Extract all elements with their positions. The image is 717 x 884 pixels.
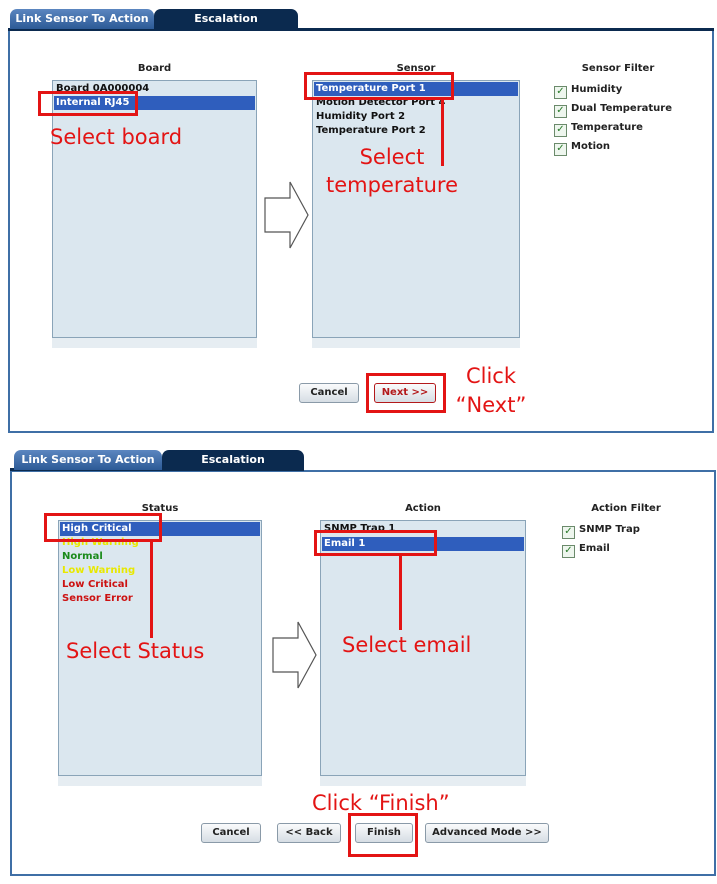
annotation-select-email: Select email	[342, 633, 472, 657]
highlight-board-selection	[38, 91, 138, 116]
checkmark-icon[interactable]: ✓	[562, 526, 575, 539]
right-arrow-icon	[272, 621, 317, 689]
filter-motion[interactable]: ✓ Motion	[554, 139, 611, 156]
sensor-listbox[interactable]: Temperature Port 1 Motion Detector Port …	[312, 80, 520, 338]
filter-humidity[interactable]: ✓ Humidity	[554, 82, 623, 99]
pointer-line-email	[399, 554, 402, 630]
cancel-button[interactable]: Cancel	[299, 383, 359, 403]
sensor-list-item[interactable]: Humidity Port 2	[314, 110, 518, 124]
highlight-email-selection	[314, 530, 437, 556]
filter-label: Email	[579, 543, 610, 554]
status-list-item[interactable]: Low Critical	[60, 578, 260, 592]
status-list-item[interactable]: Sensor Error	[60, 592, 260, 606]
checkmark-icon[interactable]: ✓	[554, 143, 567, 156]
annotation-select-board: Select board	[50, 125, 183, 149]
filter-temperature[interactable]: ✓ Temperature	[554, 120, 643, 137]
checkmark-icon[interactable]: ✓	[554, 105, 567, 118]
sensor-filter-title: Sensor Filter	[581, 63, 655, 74]
board-listbox-scroll-gap	[52, 338, 257, 348]
annotation-select-status: Select Status	[66, 639, 205, 663]
action-filter-title: Action Filter	[591, 503, 661, 514]
filter-label: SNMP Trap	[579, 524, 640, 535]
tab-link-sensor-to-action[interactable]: Link Sensor To Action	[10, 9, 154, 29]
status-list-item[interactable]: Low Warning	[60, 564, 260, 578]
action-column-title: Action	[405, 503, 441, 514]
checkmark-icon[interactable]: ✓	[562, 545, 575, 558]
sensor-list-item[interactable]: Temperature Port 2	[314, 124, 518, 138]
board-column-title: Board	[137, 63, 172, 74]
right-arrow-icon	[264, 181, 309, 249]
highlight-status-selection	[44, 513, 162, 542]
filter-dual-temperature[interactable]: ✓ Dual Temperature	[554, 101, 673, 118]
highlight-next-button	[366, 373, 446, 413]
advanced-mode-button[interactable]: Advanced Mode >>	[425, 823, 549, 843]
filter-email[interactable]: ✓ Email	[562, 541, 610, 558]
annotation-click-next-1: Click	[465, 364, 517, 388]
cancel-button[interactable]: Cancel	[201, 823, 261, 843]
back-button[interactable]: << Back	[277, 823, 341, 843]
highlight-sensor-selection	[304, 72, 454, 100]
annotation-click-next-2: “Next”	[455, 393, 527, 417]
tab-escalation[interactable]: Escalation	[162, 450, 304, 470]
filter-snmp-trap[interactable]: ✓ SNMP Trap	[562, 522, 640, 539]
tab-escalation[interactable]: Escalation	[154, 9, 298, 29]
action-listbox-scroll-gap	[320, 776, 526, 786]
annotation-select-temperature-1: Select	[359, 145, 425, 169]
filter-label: Dual Temperature	[571, 103, 673, 114]
status-list-item[interactable]: Normal	[60, 550, 260, 564]
status-listbox-scroll-gap	[58, 776, 262, 786]
filter-label: Temperature	[571, 122, 643, 133]
sensor-listbox-scroll-gap	[312, 338, 520, 348]
filter-label: Humidity	[571, 84, 623, 95]
board-listbox[interactable]: Board 0A000004 Internal RJ45	[52, 80, 257, 338]
checkmark-icon[interactable]: ✓	[554, 86, 567, 99]
annotation-select-temperature-2: temperature	[326, 173, 458, 197]
tab-link-sensor-to-action[interactable]: Link Sensor To Action	[14, 450, 162, 470]
filter-label: Motion	[571, 141, 611, 152]
highlight-finish-button	[348, 813, 418, 857]
checkmark-icon[interactable]: ✓	[554, 124, 567, 137]
pointer-line-status	[150, 540, 153, 638]
